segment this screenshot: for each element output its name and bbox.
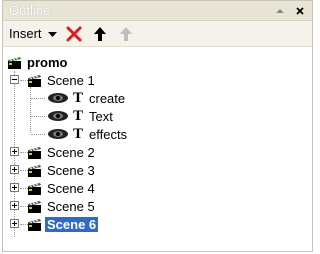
insert-dropdown-button[interactable]: Insert — [9, 26, 57, 41]
eye-icon[interactable] — [47, 110, 69, 125]
scene-label-selected: Scene 6 — [45, 216, 99, 232]
title-bar-buttons — [274, 5, 312, 17]
text-type-icon: T — [73, 107, 84, 124]
outline-toolbar: Insert — [3, 21, 312, 47]
eye-icon[interactable] — [47, 128, 69, 143]
object-label: Text — [89, 108, 113, 124]
scene-label: Scene 5 — [47, 198, 95, 214]
close-icon[interactable] — [294, 5, 306, 17]
tree-item-scene[interactable]: Scene 2 — [3, 143, 312, 161]
delete-icon[interactable] — [65, 25, 83, 43]
tree-item-text-object[interactable]: T Text — [3, 107, 312, 125]
object-label: create — [89, 90, 126, 106]
panel-title: Outline — [9, 3, 51, 18]
scene-label: Scene 2 — [47, 144, 95, 160]
scene-label: Scene 4 — [47, 180, 95, 196]
expand-toggle[interactable] — [10, 147, 19, 156]
object-label: effects — [89, 126, 128, 142]
eye-icon[interactable] — [47, 92, 69, 107]
text-type-icon: T — [73, 125, 84, 142]
tree-connector — [31, 116, 45, 117]
root-label: promo — [27, 54, 68, 70]
scene-label: Scene 3 — [47, 162, 95, 178]
tree-item-scene-selected[interactable]: Scene 6 — [3, 215, 312, 233]
insert-label: Insert — [9, 26, 42, 41]
move-down-icon[interactable] — [117, 25, 135, 43]
tree-item-text-object[interactable]: T effects — [3, 125, 312, 143]
expand-toggle[interactable] — [10, 201, 19, 210]
expand-toggle[interactable] — [10, 219, 19, 228]
tree-item-text-object[interactable]: T create — [3, 89, 312, 107]
outline-panel: Outline Insert promo Scene 1 T create T … — [2, 0, 313, 252]
outline-tree: promo Scene 1 T create T Text T effects … — [3, 47, 312, 237]
tree-item-scene[interactable]: Scene 5 — [3, 197, 312, 215]
collapse-toggle[interactable] — [10, 75, 19, 84]
chevron-down-icon — [47, 26, 57, 41]
expand-toggle[interactable] — [10, 165, 19, 174]
tree-item-scene[interactable]: Scene 1 — [3, 71, 312, 89]
tree-item-scene[interactable]: Scene 3 — [3, 161, 312, 179]
tree-item-scene[interactable]: Scene 4 — [3, 179, 312, 197]
outline-title-bar[interactable]: Outline — [3, 1, 312, 21]
scene-label: Scene 1 — [47, 72, 95, 88]
expand-toggle[interactable] — [10, 183, 19, 192]
text-type-icon: T — [73, 89, 84, 106]
move-up-icon[interactable] — [91, 25, 109, 43]
tree-connector — [31, 134, 45, 135]
tree-item-root[interactable]: promo — [3, 53, 312, 71]
clapperboard-icon — [27, 216, 43, 235]
tree-connector — [31, 98, 45, 99]
pin-icon[interactable] — [274, 5, 286, 17]
